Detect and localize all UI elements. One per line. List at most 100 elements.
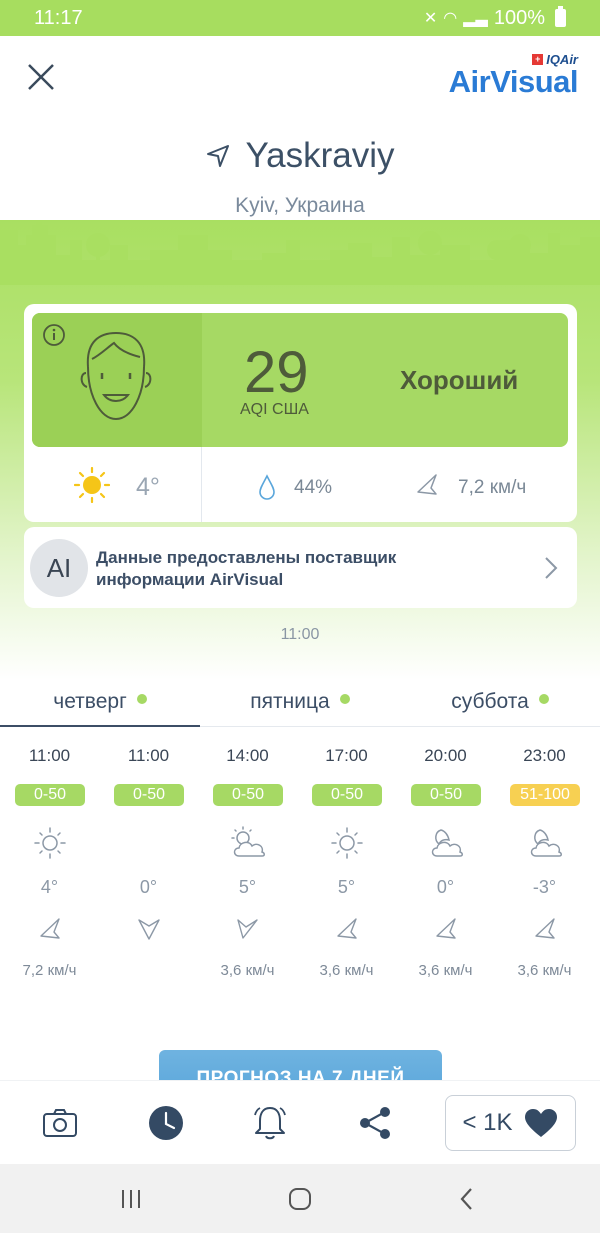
heart-icon	[524, 1109, 557, 1137]
hourly-item: 23:00 51-100 -3° 3,6 км/ч	[495, 740, 594, 990]
tab-thursday[interactable]: четверг	[0, 678, 200, 726]
hour-temperature: 0°	[139, 877, 158, 897]
bottom-toolbar: < 1K	[0, 1080, 600, 1164]
hour-time: 23:00	[523, 746, 566, 765]
active-tab-indicator	[0, 725, 200, 727]
cloudy-night-icon	[530, 829, 562, 857]
sun-icon	[74, 467, 110, 503]
hourly-item: 14:00 0-50 5° 3,6 км/ч	[198, 740, 297, 990]
hourly-item: 11:00 0-50 4° 7,2 км/ч	[0, 740, 99, 990]
wind-direction-icon	[237, 919, 258, 939]
hourly-forecast: 11:00 0-50 4° 7,2 км/ч 11:00 0-50 0° 14:…	[0, 740, 600, 990]
camera-icon[interactable]	[40, 1103, 80, 1143]
hourly-item: 17:00 0-50 5° 3,6 км/ч	[297, 740, 396, 990]
tab-label: суббота	[451, 690, 529, 713]
chevron-right-icon[interactable]	[543, 555, 559, 581]
tab-friday[interactable]: пятница	[200, 678, 400, 726]
bell-icon[interactable]	[250, 1103, 290, 1143]
hour-time: 20:00	[424, 746, 467, 765]
wind-direction-icon	[417, 474, 437, 495]
hour-time: 11:00	[28, 746, 71, 765]
logo-name: AirVisual	[448, 64, 579, 99]
provider-text-prefix: Данные предоставлены	[96, 548, 305, 567]
wind-direction-icon	[337, 918, 357, 939]
provider-text: Данные предоставлены поставщик информаци…	[96, 547, 496, 591]
day-tabs: четверг пятница суббота	[0, 678, 600, 728]
hour-wind-speed: 3,6 км/ч	[418, 962, 473, 979]
aqi-range-badge: 0-50	[114, 784, 184, 806]
data-provider-card[interactable]: AI Данные предоставлены поставщик информ…	[24, 527, 577, 608]
humidity-icon	[259, 474, 275, 500]
share-icon[interactable]	[355, 1103, 395, 1143]
cloudy-night-icon	[431, 829, 463, 857]
wind-speed: 7,2 км/ч	[458, 477, 527, 498]
battery-icon	[555, 6, 566, 27]
aqi-panel: 29 AQI США Хороший	[32, 313, 568, 447]
hour-time: 14:00	[226, 746, 269, 765]
recent-apps-icon[interactable]	[118, 1186, 144, 1212]
hour-temperature: 0°	[436, 877, 455, 897]
aqi-unit-label: AQI США	[240, 401, 309, 418]
system-navigation-bar	[0, 1164, 600, 1233]
partly-cloudy-icon	[231, 826, 265, 857]
close-icon[interactable]	[22, 58, 60, 96]
hourly-item: 20:00 0-50 0° 3,6 км/ч	[396, 740, 495, 990]
hour-wind-speed: 3,6 км/ч	[517, 962, 572, 979]
location-name: Yaskraviy	[245, 136, 395, 175]
hourly-item: 11:00 0-50 0°	[99, 740, 198, 990]
tab-saturday[interactable]: суббота	[400, 678, 600, 726]
humidity-value: 44%	[294, 477, 333, 498]
wind-direction-icon	[138, 919, 160, 940]
tab-label: четверг	[53, 690, 127, 713]
status-dot	[136, 694, 147, 704]
aqi-range-badge: 0-50	[15, 784, 85, 806]
current-weather: 4° 44% 7,2 км/ч	[24, 447, 577, 522]
aqi-card[interactable]: 29 AQI США Хороший 4° 44% 7,2 км/ч	[24, 304, 577, 522]
like-count: < 1K	[462, 1109, 513, 1136]
hour-wind-speed: 3,6 км/ч	[319, 962, 374, 979]
face-icon	[80, 331, 152, 421]
status-time: 11:17	[34, 6, 83, 29]
tab-label: пятница	[250, 690, 330, 713]
hour-temperature: 4°	[40, 877, 59, 897]
status-dot	[339, 694, 350, 704]
hour-time: 17:00	[325, 746, 368, 765]
hour-temperature: 5°	[337, 877, 356, 897]
hour-wind-speed: 7,2 км/ч	[22, 962, 77, 979]
airvisual-logo: + IQAir AirVisual	[448, 52, 579, 99]
hour-wind-speed: 3,6 км/ч	[220, 962, 275, 979]
signal-icon: ▂▃	[463, 10, 488, 27]
aqi-range-badge: 0-50	[213, 784, 283, 806]
status-bar: 11:17 ✕ ◠ ▂▃ 100%	[0, 0, 600, 36]
provider-avatar: AI	[30, 539, 88, 597]
divider	[201, 447, 202, 522]
sun-icon	[331, 827, 363, 859]
home-icon[interactable]	[287, 1186, 313, 1212]
status-icons: ✕ ◠ ▂▃ 100%	[423, 6, 566, 30]
info-icon[interactable]	[42, 323, 66, 347]
battery-percent: 100%	[493, 6, 545, 29]
wind-direction-icon	[535, 918, 555, 939]
wind-direction-icon	[436, 918, 456, 939]
wifi-icon: ◠	[443, 10, 458, 27]
aqi-range-badge: 0-50	[411, 784, 481, 806]
mute-icon: ✕	[423, 10, 438, 27]
hour-time: 11:00	[127, 746, 170, 765]
current-temperature: 4°	[136, 473, 160, 501]
location-title: Yaskraviy	[0, 136, 600, 176]
aqi-range-badge: 0-50	[312, 784, 382, 806]
header: + IQAir AirVisual Yaskraviy Kyiv, Украина	[0, 36, 600, 236]
update-time: 11:00	[280, 626, 320, 643]
sun-icon	[34, 827, 66, 859]
back-icon[interactable]	[455, 1186, 481, 1212]
hour-temperature: 5°	[238, 877, 257, 897]
clock-icon[interactable]	[146, 1103, 186, 1143]
aqi-value: 29	[244, 340, 309, 405]
status-dot	[538, 694, 549, 704]
navigation-arrow-icon	[207, 145, 230, 167]
hour-temperature: -3°	[532, 877, 557, 897]
aqi-level: Хороший	[400, 365, 519, 395]
city-skyline-illustration	[0, 221, 600, 285]
wind-direction-icon	[40, 918, 60, 939]
like-button[interactable]: < 1K	[445, 1095, 576, 1151]
